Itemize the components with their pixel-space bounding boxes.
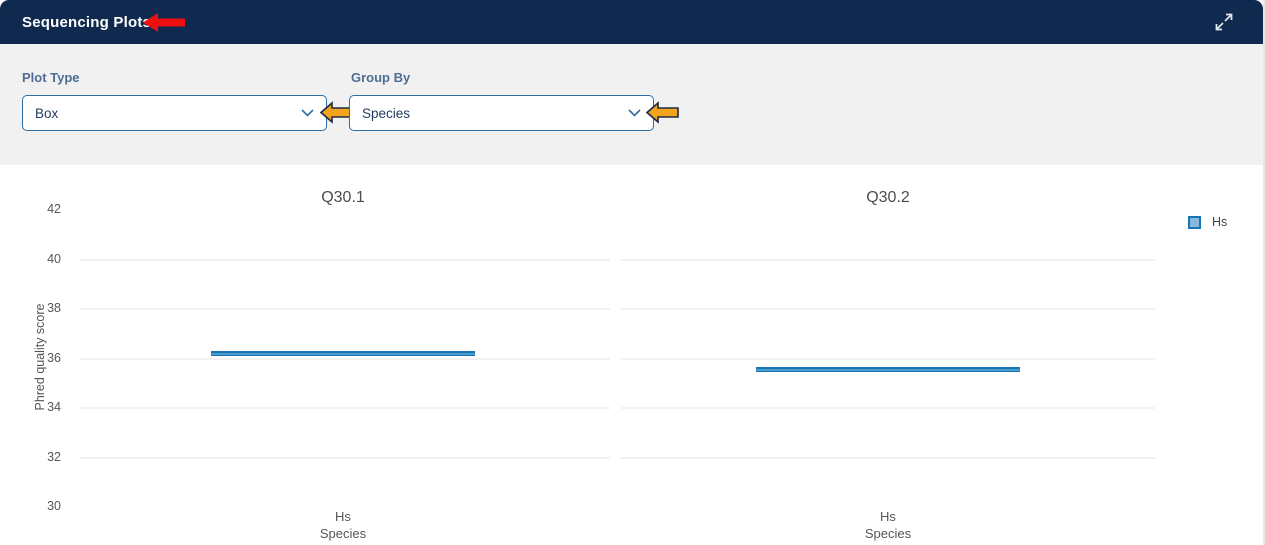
gridline [621, 358, 1155, 360]
subplot-title: Q30.1 [263, 189, 423, 207]
x-axis-title: Species [283, 526, 403, 541]
chevron-down-icon [301, 109, 314, 117]
group-by-dropdown[interactable]: Species [349, 95, 654, 131]
y-tick-label: 34 [0, 400, 75, 414]
y-tick-label: 30 [0, 499, 75, 513]
legend-label-hs: Hs [1212, 215, 1227, 229]
chevron-down-icon [628, 109, 641, 117]
gridline [621, 259, 1155, 261]
chart-legend[interactable]: Hs [1188, 215, 1227, 229]
red-annotation-arrow [143, 13, 185, 32]
x-axis-title: Species [828, 526, 948, 541]
x-tick-label: Hs [828, 509, 948, 524]
chart-region: Phred quality score Hs 42403836343230Q30… [0, 165, 1263, 545]
gridline [80, 457, 610, 459]
gridline [80, 259, 610, 261]
y-tick-label: 40 [0, 252, 75, 266]
plot-type-label: Plot Type [22, 70, 80, 85]
gridline [621, 308, 1155, 310]
filter-bar: Plot Type Box Group By Species [0, 44, 1263, 165]
group-by-label: Group By [351, 70, 410, 85]
x-tick-label: Hs [283, 509, 403, 524]
plot-type-dropdown[interactable]: Box [22, 95, 327, 131]
group-by-value: Species [362, 106, 410, 121]
gridline [80, 358, 610, 360]
gridline [621, 407, 1155, 409]
box-plot-line [211, 351, 475, 356]
gridline [80, 308, 610, 310]
y-tick-label: 36 [0, 351, 75, 365]
y-tick-label: 38 [0, 301, 75, 315]
y-tick-label: 42 [0, 202, 75, 216]
expand-icon[interactable] [1212, 10, 1236, 34]
plot-type-value: Box [35, 106, 58, 121]
widget-title: Sequencing Plots [22, 14, 151, 31]
yellow-annotation-arrow-group-by [646, 101, 679, 124]
y-tick-label: 32 [0, 450, 75, 464]
gridline [621, 457, 1155, 459]
subplot-title: Q30.2 [808, 189, 968, 207]
widget-header: Sequencing Plots [0, 0, 1263, 44]
legend-swatch-hs [1188, 216, 1201, 229]
gridline [80, 407, 610, 409]
sequencing-plots-widget: Sequencing Plots Plot Type Box Group By … [0, 0, 1265, 545]
box-plot-line [756, 367, 1020, 372]
